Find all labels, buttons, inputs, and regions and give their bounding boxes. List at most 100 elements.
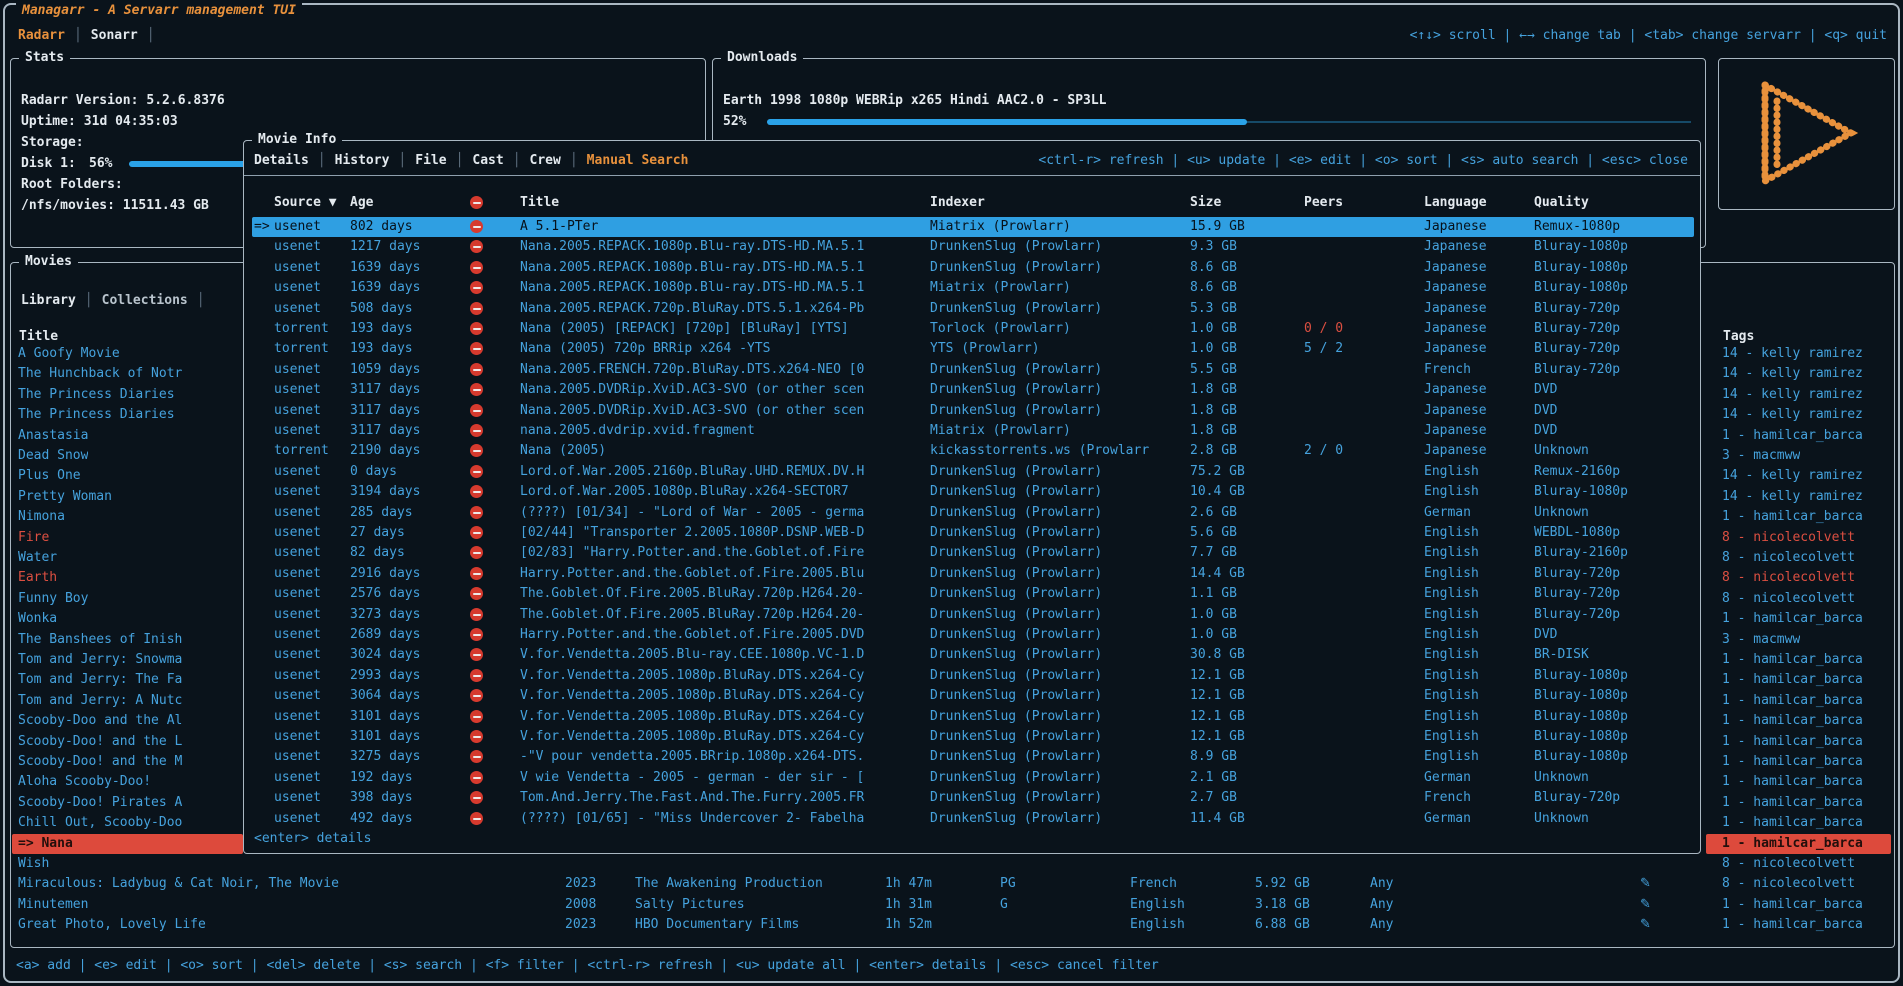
language-column-header[interactable]: Language [1424, 193, 1487, 213]
release-row[interactable]: usenet3117 daysNana.2005.DVDRip.XviD.AC3… [252, 401, 1694, 421]
release-language: Japanese [1424, 401, 1487, 421]
release-row[interactable]: usenet3194 daysLord.of.War.2005.1080p.Bl… [252, 482, 1694, 502]
release-source: usenet [274, 686, 321, 706]
monitored-icon[interactable]: ✎ [1640, 895, 1651, 915]
movie-min-availability: Any [1370, 874, 1393, 894]
quality-column-header[interactable]: Quality [1534, 193, 1589, 213]
release-age: 398 days [350, 788, 413, 808]
rejected-icon [470, 485, 483, 498]
release-row[interactable]: usenet285 days(????) [01/34] - "Lord of … [252, 503, 1694, 523]
movie-tag: 14 - kelly ramirez [1722, 405, 1863, 425]
release-row[interactable]: usenet398 daysTom.And.Jerry.The.Fast.And… [252, 788, 1694, 808]
release-row[interactable]: =>usenet802 daysA 5.1-PTerMiatrix (Prowl… [252, 217, 1694, 237]
release-row[interactable]: torrent193 daysNana (2005) [REPACK] [720… [252, 319, 1694, 339]
release-row[interactable]: usenet3064 daysV.for.Vendetta.2005.1080p… [252, 686, 1694, 706]
stats-panel-title: Stats [19, 49, 70, 67]
release-row[interactable]: usenet3024 daysV.for.Vendetta.2005.Blu-r… [252, 645, 1694, 665]
release-row[interactable]: usenet3273 daysThe.Goblet.Of.Fire.2005.B… [252, 605, 1694, 625]
release-row[interactable]: torrent2190 daysNana (2005)kickasstorren… [252, 441, 1694, 461]
release-peers: 0 / 0 [1304, 319, 1343, 339]
release-row[interactable]: usenet2689 daysHarry.Potter.and.the.Gobl… [252, 625, 1694, 645]
movie-runtime: 1h 52m [885, 915, 932, 935]
release-age: 508 days [350, 299, 413, 319]
release-row[interactable]: usenet492 days(????) [01/65] - "Miss Und… [252, 809, 1694, 829]
release-row[interactable]: usenet2576 daysThe.Goblet.Of.Fire.2005.B… [252, 584, 1694, 604]
release-row[interactable]: usenet1217 daysNana.2005.REPACK.1080p.Bl… [252, 237, 1694, 257]
release-row[interactable]: usenet1059 daysNana.2005.FRENCH.720p.Blu… [252, 360, 1694, 380]
movie-year: 2023 [565, 915, 596, 935]
title-column-header[interactable]: Title [520, 193, 559, 213]
release-row[interactable]: usenet3117 daysNana.2005.DVDRip.XviD.AC3… [252, 380, 1694, 400]
release-row[interactable]: usenet1639 daysNana.2005.REPACK.1080p.Bl… [252, 278, 1694, 298]
movie-tag: 1 - hamilcar_barca [1722, 772, 1863, 792]
tab-file[interactable]: File [415, 153, 446, 168]
release-peers: 5 / 2 [1304, 339, 1343, 359]
tab-history[interactable]: History [335, 153, 390, 168]
release-quality: Bluray-1080p [1534, 482, 1628, 502]
release-row[interactable]: usenet82 days[02/83] "Harry.Potter.and.t… [252, 543, 1694, 563]
release-row[interactable]: usenet3275 days-"V pour vendetta.2005.BR… [252, 747, 1694, 767]
rejected-icon [470, 771, 483, 784]
release-source: usenet [274, 401, 321, 421]
release-age: 0 days [350, 462, 397, 482]
release-title: Nana.2005.REPACK.1080p.Blu-ray.DTS-HD.MA… [520, 258, 924, 278]
release-row[interactable]: usenet2916 daysHarry.Potter.and.the.Gobl… [252, 564, 1694, 584]
size-column-header[interactable]: Size [1190, 193, 1221, 213]
release-quality: Unknown [1534, 768, 1589, 788]
tab-crew[interactable]: Crew [530, 153, 561, 168]
release-row[interactable]: usenet3101 daysV.for.Vendetta.2005.1080p… [252, 727, 1694, 747]
release-age: 27 days [350, 523, 405, 543]
rejected-icon [470, 567, 483, 580]
tab-details[interactable]: Details [254, 153, 309, 168]
movie-runtime: 1h 31m [885, 895, 932, 915]
tab-collections[interactable]: Collections [102, 293, 188, 308]
rejected-icon [470, 669, 483, 682]
release-age: 82 days [350, 543, 405, 563]
release-source: usenet [274, 727, 321, 747]
rejected-icon [470, 750, 483, 763]
release-indexer: Miatrix (Prowlarr) [930, 278, 1184, 298]
tab-manual-search[interactable]: Manual Search [587, 153, 689, 168]
release-row[interactable]: torrent193 daysNana (2005) 720p BRRip x2… [252, 339, 1694, 359]
age-column-header[interactable]: Age [350, 193, 373, 213]
movie-tag: 1 - hamilcar_barca [1722, 793, 1863, 813]
release-list: =>usenet802 daysA 5.1-PTerMiatrix (Prowl… [252, 217, 1694, 831]
release-age: 193 days [350, 339, 413, 359]
movie-studio: HBO Documentary Films [635, 915, 799, 935]
tab-cast[interactable]: Cast [472, 153, 503, 168]
release-source: usenet [274, 523, 321, 543]
release-source: usenet [274, 360, 321, 380]
tab-radarr[interactable]: Radarr [18, 28, 65, 43]
rejected-icon [470, 730, 483, 743]
release-language: English [1424, 584, 1479, 604]
release-row[interactable]: usenet0 daysLord.of.War.2005.2160p.BluRa… [252, 462, 1694, 482]
monitored-icon[interactable]: ✎ [1640, 915, 1651, 935]
movie-row[interactable]: Great Photo, Lovely Life2023HBO Document… [12, 915, 1891, 935]
release-row[interactable]: usenet3117 daysnana.2005.dvdrip.xvid.fra… [252, 421, 1694, 441]
release-size: 5.6 GB [1190, 523, 1237, 543]
release-indexer: Miatrix (Prowlarr) [930, 217, 1184, 237]
release-row[interactable]: usenet3101 daysV.for.Vendetta.2005.1080p… [252, 707, 1694, 727]
release-row[interactable]: usenet2993 daysV.for.Vendetta.2005.1080p… [252, 666, 1694, 686]
release-quality: DVD [1534, 421, 1557, 441]
monitored-icon[interactable]: ✎ [1640, 874, 1651, 894]
release-row[interactable]: usenet1639 daysNana.2005.REPACK.1080p.Bl… [252, 258, 1694, 278]
release-quality: DVD [1534, 401, 1557, 421]
movie-title: Minutemen [18, 895, 88, 915]
release-language: English [1424, 543, 1479, 563]
release-source: torrent [274, 441, 329, 461]
source-column-header[interactable]: Source ▼ [274, 193, 337, 213]
indexer-column-header[interactable]: Indexer [930, 193, 985, 213]
peers-column-header[interactable]: Peers [1304, 193, 1343, 213]
movie-row[interactable]: Minutemen2008Salty Pictures1h 31mGEnglis… [12, 895, 1891, 915]
release-source: usenet [274, 645, 321, 665]
release-row[interactable]: usenet508 daysNana.2005.REPACK.720p.BluR… [252, 299, 1694, 319]
release-row[interactable]: usenet192 daysV wie Vendetta - 2005 - ge… [252, 768, 1694, 788]
release-indexer: Miatrix (Prowlarr) [930, 421, 1184, 441]
movie-row[interactable]: Wish8 - nicolecolvett [12, 854, 1891, 874]
release-quality: Unknown [1534, 809, 1589, 829]
tab-sonarr[interactable]: Sonarr [91, 28, 138, 43]
tab-library[interactable]: Library [21, 293, 76, 308]
movie-row[interactable]: Miraculous: Ladybug & Cat Noir, The Movi… [12, 874, 1891, 894]
release-row[interactable]: usenet27 days[02/44] "Transporter 2.2005… [252, 523, 1694, 543]
